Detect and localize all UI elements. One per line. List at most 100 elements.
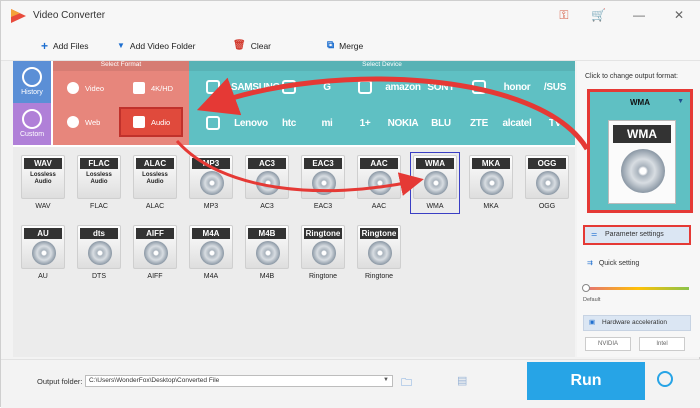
device-brand-2-4[interactable]: mi xyxy=(307,109,347,139)
disc-icon xyxy=(256,241,280,265)
app-window: Video Converter ⚿ 🛒 — ✕ + Add Files ▼ Ad… xyxy=(0,0,700,408)
output-format-selector[interactable]: WMA ▼ WMA xyxy=(587,89,693,213)
lossless-badge: Lossless Audio xyxy=(142,172,168,185)
clear-button[interactable]: 🗑 Clear xyxy=(233,39,271,53)
format-tile-au[interactable]: AU AU xyxy=(19,223,67,283)
format-label: MP3 xyxy=(203,203,219,210)
run-button[interactable]: Run xyxy=(527,362,645,400)
sliders-icon: ⚌ xyxy=(591,231,598,238)
format-tile-eac3[interactable]: EAC3 EAC3 xyxy=(299,153,347,213)
alarm-clock-icon[interactable] xyxy=(657,371,673,387)
format-tile-wma[interactable]: WMA WMA xyxy=(410,152,460,214)
format-tile-mka[interactable]: MKA MKA xyxy=(467,153,515,213)
format-panel-header: Select Format xyxy=(53,61,189,71)
category-audio-label: Audio xyxy=(151,117,171,127)
category-video[interactable]: Video xyxy=(55,77,119,99)
nvidia-option[interactable]: NVIDIA xyxy=(585,337,631,351)
format-label: M4B xyxy=(259,273,275,280)
format-tag: FLAC xyxy=(80,158,118,169)
device-brand-1-3[interactable] xyxy=(269,73,309,103)
category-4khd[interactable]: 4K/HD xyxy=(121,77,185,99)
format-tag: Ringtone xyxy=(360,228,398,239)
device-brand-1-1[interactable] xyxy=(193,73,233,103)
format-tile-m4b[interactable]: M4B M4B xyxy=(243,223,291,283)
add-video-folder-button[interactable]: ▼ Add Video Folder xyxy=(117,39,195,53)
app-logo-icon xyxy=(11,9,26,23)
format-label: AU xyxy=(38,273,48,280)
device-brand-1-9[interactable]: honor xyxy=(497,73,537,103)
device-brand-2-6[interactable]: NOKIA xyxy=(383,109,423,139)
format-label: WAV xyxy=(35,203,51,210)
custom-tab[interactable]: Custom xyxy=(13,103,51,145)
close-button[interactable]: ✕ xyxy=(671,7,687,23)
hardware-acceleration-button[interactable]: ▣ Hardware acceleration xyxy=(583,315,691,331)
cart-icon[interactable]: 🛒 xyxy=(591,8,606,22)
device-brand-1-7[interactable]: SONY xyxy=(421,73,461,103)
category-audio[interactable]: Audio xyxy=(119,107,183,137)
bottom-bar: Output folder: C:\Users\WonderFox\Deskto… xyxy=(1,359,700,408)
device-brand-2-7[interactable]: BLU xyxy=(421,109,461,139)
format-tile-dts[interactable]: dts DTS xyxy=(75,223,123,283)
intel-option[interactable]: Intel xyxy=(639,337,685,351)
format-tile-ringtone[interactable]: Ringtone Ringtone xyxy=(299,223,347,283)
format-tile-ogg[interactable]: OGG OGG xyxy=(523,153,571,213)
device-brand-2-1[interactable] xyxy=(193,109,233,139)
device-brand-2-3[interactable]: htc xyxy=(269,109,309,139)
hardware-acceleration-label: Hardware acceleration xyxy=(602,319,668,326)
audio-format-grid: WAV Lossless Audio WAV FLAC Lossless Audio FL… xyxy=(13,147,575,357)
format-tile-flac[interactable]: FLAC Lossless Audio FLAC xyxy=(75,153,123,213)
folder-icon[interactable]: 🗀 xyxy=(401,374,412,393)
format-label: Ringtone xyxy=(364,273,394,280)
format-tile-aac[interactable]: AAC AAC xyxy=(355,153,403,213)
device-brand-1-8[interactable] xyxy=(459,73,499,103)
merge-button[interactable]: ⧉ Merge xyxy=(327,39,363,53)
format-tile-ringtone[interactable]: Ringtone Ringtone xyxy=(355,223,403,283)
format-icon: ALAC Lossless Audio xyxy=(133,155,177,199)
device-brand-1-5[interactable] xyxy=(345,73,385,103)
format-label: WMA xyxy=(426,203,444,210)
output-folder-field[interactable]: C:\Users\WonderFox\Desktop\Converted Fil… xyxy=(85,375,393,387)
format-icon: AAC xyxy=(357,155,401,199)
disc-icon xyxy=(32,241,56,265)
device-brand-1-4[interactable]: G xyxy=(307,73,347,103)
device-brand-2-5[interactable]: 1+ xyxy=(345,109,385,139)
format-tile-alac[interactable]: ALAC Lossless Audio ALAC xyxy=(131,153,179,213)
output-folder-dropdown-icon[interactable]: ▼ xyxy=(383,377,389,383)
format-tile-wav[interactable]: WAV Lossless Audio WAV xyxy=(19,153,67,213)
disc-icon xyxy=(200,241,224,265)
format-tag: OGG xyxy=(528,158,566,169)
quality-slider-handle[interactable] xyxy=(582,284,590,292)
history-icon xyxy=(22,67,42,87)
format-icon: OGG xyxy=(525,155,569,199)
custom-label: Custom xyxy=(19,131,45,138)
4k-icon xyxy=(133,82,145,94)
device-brand-2-2[interactable]: Lenovo xyxy=(231,109,271,139)
device-panel-header: Select Device xyxy=(189,61,575,71)
format-tag: Ringtone xyxy=(304,228,342,239)
lossless-badge: Lossless Audio xyxy=(86,172,112,185)
format-tile-ac3[interactable]: AC3 AC3 xyxy=(243,153,291,213)
device-brand-1-10[interactable]: /SUS xyxy=(535,73,575,103)
toolbar: + Add Files ▼ Add Video Folder 🗑 Clear ⧉… xyxy=(1,31,700,61)
category-web[interactable]: Web xyxy=(55,111,119,133)
format-label: FLAC xyxy=(90,203,108,210)
history-tab[interactable]: History xyxy=(13,61,51,103)
default-label: Default xyxy=(583,297,601,303)
key-icon[interactable]: ⚿ xyxy=(557,8,571,22)
format-tile-mp3[interactable]: MP3 MP3 xyxy=(187,153,235,213)
format-label: DTS xyxy=(92,273,106,280)
device-brand-2-8[interactable]: ZTE xyxy=(459,109,499,139)
device-brand-1-6[interactable]: amazon xyxy=(383,73,423,103)
format-tag: AC3 xyxy=(248,158,286,169)
parameter-settings-button[interactable]: ⚌ Parameter settings xyxy=(583,225,691,245)
device-brand-2-9[interactable]: alcatel xyxy=(497,109,537,139)
minimize-button[interactable]: — xyxy=(631,7,647,23)
format-tile-m4a[interactable]: M4A M4A xyxy=(187,223,235,283)
device-brand-2-10[interactable]: TV xyxy=(535,109,575,139)
add-files-button[interactable]: + Add Files xyxy=(41,39,88,53)
format-tile-aiff[interactable]: AIFF AIFF xyxy=(131,223,179,283)
device-brand-1-2[interactable]: SAMSUNG xyxy=(231,73,280,103)
quality-slider[interactable] xyxy=(587,287,689,290)
open-folder-icon[interactable]: ▤ xyxy=(457,374,467,387)
disc-icon xyxy=(88,241,112,265)
